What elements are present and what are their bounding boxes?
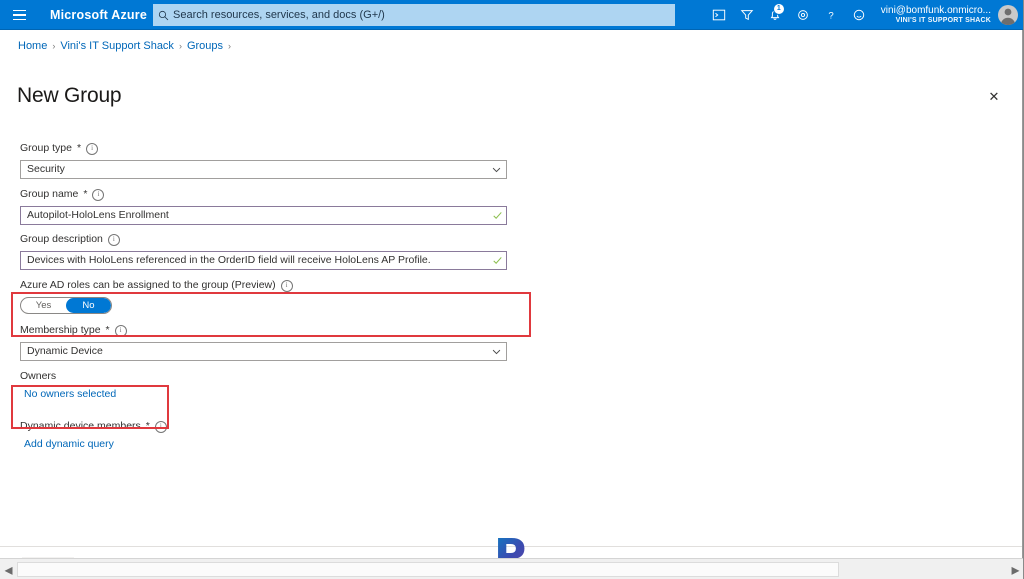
azure-ad-roles-label: Azure AD roles can be assigned to the gr…	[20, 279, 276, 291]
breadcrumb-separator-icon: ›	[228, 40, 232, 51]
dynamic-device-members-label-row: Dynamic device members * i	[20, 420, 167, 434]
horizontal-scrollbar-thumb[interactable]	[17, 562, 839, 577]
group-description-value: Devices with HoloLens referenced in the …	[27, 254, 431, 267]
toggle-option-yes[interactable]: Yes	[21, 298, 66, 313]
azure-ad-roles-toggle[interactable]: Yes No	[20, 296, 112, 314]
scroll-right-arrow-icon[interactable]: ▸	[1007, 560, 1023, 579]
account-tenant: VINI'S IT SUPPORT SHACK	[895, 16, 991, 24]
azure-ad-roles-field: Azure AD roles can be assigned to the gr…	[0, 279, 293, 314]
info-icon[interactable]: i	[86, 142, 99, 155]
new-group-blade: Home › Vini's IT Support Shack › Groups …	[0, 30, 1023, 579]
group-type-value: Security	[27, 163, 65, 176]
breadcrumb-separator-icon: ›	[178, 40, 182, 51]
group-name-label-row: Group name * i	[20, 188, 507, 202]
scroll-left-arrow-icon[interactable]: ◂	[0, 560, 17, 579]
hamburger-menu-icon[interactable]	[0, 0, 38, 30]
search-input[interactable]	[173, 5, 675, 25]
search-icon	[153, 4, 173, 26]
dynamic-device-members-field: Dynamic device members * i Add dynamic q…	[0, 420, 167, 450]
blade-right-border	[1022, 30, 1023, 558]
breadcrumb-item-tenant[interactable]: Vini's IT Support Shack	[60, 40, 174, 52]
settings-gear-icon[interactable]	[789, 0, 817, 30]
group-description-label: Group description	[20, 233, 103, 245]
global-search-box[interactable]	[153, 4, 675, 26]
required-marker: *	[145, 420, 150, 432]
required-marker: *	[105, 324, 110, 336]
cloud-shell-icon[interactable]	[705, 0, 733, 30]
group-description-label-row: Group description i	[20, 233, 507, 247]
info-icon[interactable]: i	[92, 188, 105, 201]
owners-value-link[interactable]: No owners selected	[24, 388, 116, 400]
dynamic-device-members-label: Dynamic device members	[20, 420, 141, 432]
toggle-option-no[interactable]: No	[66, 297, 111, 313]
info-icon[interactable]: i	[154, 420, 167, 433]
chevron-down-icon[interactable]	[486, 346, 506, 357]
account-menu[interactable]: vini@bomfunk.onmicro... VINI'S IT SUPPOR…	[873, 0, 1023, 30]
page-title: New Group	[17, 84, 122, 107]
group-type-select[interactable]: Security	[20, 159, 507, 179]
required-marker: *	[76, 142, 82, 154]
group-type-label-row: Group type * i	[20, 142, 507, 156]
feedback-smiley-icon[interactable]	[845, 0, 873, 30]
azure-ad-roles-label-row: Azure AD roles can be assigned to the gr…	[20, 279, 293, 293]
add-dynamic-query-link[interactable]: Add dynamic query	[24, 438, 167, 450]
membership-type-value: Dynamic Device	[27, 345, 103, 358]
info-icon[interactable]: i	[280, 279, 293, 292]
membership-type-field: Membership type * i Dynamic Device	[0, 324, 507, 361]
owners-label: Owners	[20, 370, 57, 382]
azure-brand-logo[interactable]: Microsoft Azure	[50, 8, 147, 22]
info-icon[interactable]: i	[114, 324, 127, 337]
membership-type-select[interactable]: Dynamic Device	[20, 341, 507, 361]
group-name-label: Group name	[20, 188, 79, 200]
account-email: vini@bomfunk.onmicro...	[880, 5, 991, 17]
notifications-bell-icon[interactable]: 1	[761, 0, 789, 30]
azure-portal-page: Microsoft Azure Search resources, servic…	[0, 0, 1024, 579]
horizontal-scrollbar-track[interactable]	[17, 560, 1007, 579]
group-type-field: Group type * i Security	[0, 142, 507, 179]
azure-top-navigation-bar: Microsoft Azure Search resources, servic…	[0, 0, 1023, 30]
directories-filter-icon[interactable]	[733, 0, 761, 30]
svg-text:?: ?	[828, 11, 833, 22]
breadcrumb-item-groups[interactable]: Groups	[187, 40, 223, 52]
chevron-down-icon[interactable]	[486, 164, 506, 175]
info-icon[interactable]: i	[107, 233, 120, 246]
group-description-input[interactable]: Devices with HoloLens referenced in the …	[20, 250, 507, 270]
required-marker: *	[83, 188, 88, 200]
breadcrumb: Home › Vini's IT Support Shack › Groups …	[18, 40, 231, 52]
horizontal-scrollbar[interactable]: ◂ ▸	[0, 558, 1023, 579]
breadcrumb-item-home[interactable]: Home	[18, 40, 47, 52]
membership-type-label-row: Membership type * i	[20, 324, 507, 338]
breadcrumb-separator-icon: ›	[52, 40, 56, 51]
help-icon[interactable]: ?	[817, 0, 845, 30]
group-name-input[interactable]: Autopilot-HoloLens Enrollment	[20, 205, 507, 225]
group-type-label: Group type	[20, 142, 72, 154]
close-icon[interactable]: ✕	[983, 86, 1005, 108]
group-name-field: Group name * i Autopilot-HoloLens Enroll…	[0, 188, 507, 225]
group-description-field: Group description i Devices with HoloLen…	[0, 233, 507, 270]
top-bar-icon-group: 1 ? vini@bomfunk.onmicro... VINI'S IT SU…	[705, 0, 1023, 30]
user-avatar-icon[interactable]	[998, 5, 1018, 25]
checkmark-icon	[488, 255, 506, 266]
notification-count-badge: 1	[772, 3, 785, 15]
account-details: vini@bomfunk.onmicro... VINI'S IT SUPPOR…	[881, 6, 991, 24]
checkmark-icon	[488, 210, 506, 221]
group-name-value: Autopilot-HoloLens Enrollment	[27, 209, 169, 222]
owners-field: Owners No owners selected	[0, 370, 116, 400]
membership-type-label: Membership type	[20, 324, 101, 336]
